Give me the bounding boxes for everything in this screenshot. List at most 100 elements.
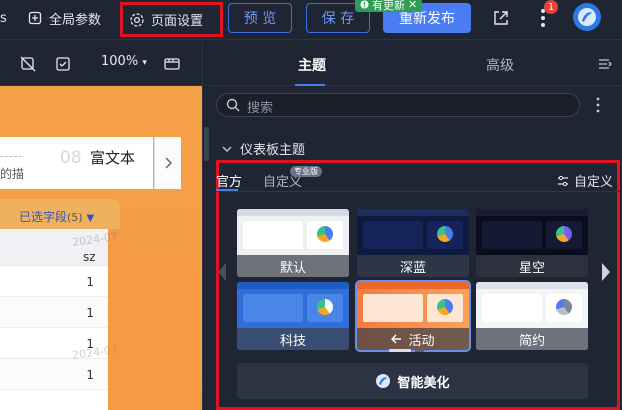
carousel-dot[interactable] — [389, 349, 411, 352]
component-index: 08 — [60, 148, 82, 168]
thumb-donut — [437, 299, 453, 315]
share-icon[interactable] — [492, 9, 510, 27]
tab-advanced[interactable]: 高级 — [486, 55, 514, 75]
theme-tech[interactable]: 科技 — [237, 282, 349, 350]
search-input[interactable]: 搜索 — [216, 93, 580, 117]
active-tab-indicator — [295, 84, 325, 86]
custom-theme-label: 自定义 — [574, 175, 614, 190]
zoom-value: 100% — [101, 54, 139, 69]
chevron-right-icon — [165, 157, 172, 169]
selected-fields-dropdown[interactable]: 已选字段(5) ▼ — [19, 208, 94, 225]
divider — [216, 191, 620, 192]
info-icon — [360, 0, 369, 9]
global-params-label: 全局参数 — [49, 12, 102, 28]
theme-caption: 活动 — [357, 328, 469, 350]
user-avatar[interactable] — [573, 3, 601, 31]
theme-activity[interactable]: 活动 — [355, 280, 471, 352]
section-title: 仪表板主题 — [240, 143, 306, 158]
pro-badge: 专业版 — [290, 166, 322, 177]
thumb-pane — [482, 221, 542, 249]
data-table: sz 1 1 1 1 — [0, 229, 108, 410]
collapse-panel-icon[interactable] — [597, 56, 613, 72]
tab-theme[interactable]: 主题 — [298, 55, 326, 75]
gear-icon — [130, 12, 144, 27]
table-cell: 1 — [86, 275, 94, 289]
scrollbar[interactable] — [204, 127, 209, 161]
thumb-donut — [556, 299, 572, 315]
preview-button[interactable]: 预 览 — [228, 3, 292, 33]
theme-name: 默认 — [237, 255, 349, 277]
theme-simple[interactable]: 简约 — [476, 282, 588, 350]
notification-badge: 1 — [544, 0, 558, 14]
table-row: 1 — [0, 359, 108, 390]
canvas-toolbar: 100% ▾ — [0, 41, 202, 86]
component-title: 富文本 — [90, 149, 136, 167]
carousel-next-button[interactable] — [602, 263, 610, 281]
truncated-menu-item[interactable]: s — [0, 0, 7, 36]
theme-default[interactable]: 默认 — [237, 209, 349, 277]
chevron-down-icon: ▾ — [142, 58, 147, 68]
subtab-official[interactable]: 官方 — [216, 171, 242, 190]
thumb-pane — [363, 294, 423, 322]
thumb-header — [357, 209, 469, 216]
thumb-header — [476, 209, 588, 216]
thumb-header — [237, 282, 349, 289]
top-toolbar: s 全局参数 页面设置 预 览 保 存 重新发布 有更新 ✕ 1 — [0, 0, 622, 40]
component-desc: 的描 — [0, 167, 25, 181]
thumb-donut — [317, 226, 333, 242]
rich-text-component[interactable]: 08 富文本 的描 — [0, 137, 153, 189]
canvas-background-strip — [108, 229, 120, 410]
column-header: sz — [83, 250, 96, 264]
thumb-donut — [556, 226, 572, 242]
divider — [0, 156, 22, 157]
checkbox-icon[interactable] — [54, 55, 72, 73]
carousel-prev-button[interactable] — [218, 263, 226, 281]
truncated-label: s — [0, 10, 7, 26]
dashboard-canvas: 100% ▾ 08 富文本 的描 已选字段(5) ▼ sz 1 1 1 1 20… — [0, 41, 203, 410]
collapse-panel-button[interactable] — [154, 137, 181, 189]
smart-beautify-label: 智能美化 — [397, 375, 450, 391]
theme-name: 活动 — [408, 333, 435, 349]
app-logo-icon — [578, 8, 596, 26]
close-icon[interactable]: ✕ — [408, 0, 417, 11]
thumb-header — [476, 282, 588, 289]
zoom-select[interactable]: 100% ▾ — [101, 54, 147, 69]
thumb-header — [237, 209, 349, 216]
selected-fields-count: (5) — [67, 211, 83, 224]
page-settings-label: 页面设置 — [151, 14, 204, 29]
thumb-donut — [437, 226, 453, 242]
thumb-pane — [243, 221, 303, 249]
chevron-down-icon — [222, 146, 232, 152]
custom-theme-button[interactable]: 自定义 — [557, 171, 613, 190]
search-placeholder: 搜索 — [247, 101, 274, 116]
caret-down-icon: ▼ — [86, 213, 95, 224]
apply-icon — [391, 334, 402, 344]
carousel-dot[interactable] — [415, 349, 424, 352]
panel-tabs: 主题 高级 — [204, 41, 622, 86]
thumb-pane — [363, 221, 423, 249]
more-vertical-icon[interactable] — [596, 97, 600, 113]
thumb-pane — [243, 294, 303, 322]
selected-fields-label: 已选字段 — [19, 210, 68, 224]
table-row: 1 — [0, 266, 108, 297]
layout-icon[interactable] — [163, 55, 181, 73]
preview-label: 预 览 — [243, 11, 277, 27]
theme-starry[interactable]: 星空 — [476, 209, 588, 277]
settings-panel: 主题 高级 搜索 仪表板主题 官方 自定义 专业版 自定义 默认 深蓝 星空 科… — [204, 41, 622, 410]
theme-name: 深蓝 — [357, 255, 469, 277]
theme-name: 星空 — [476, 255, 588, 277]
section-header-dashboard-theme[interactable]: 仪表板主题 — [222, 139, 305, 158]
theme-deep-blue[interactable]: 深蓝 — [357, 209, 469, 277]
app-logo-icon — [376, 374, 391, 388]
table-row: 1 — [0, 297, 108, 328]
smart-beautify-button[interactable]: 智能美化 — [237, 363, 588, 399]
update-available-badge[interactable]: 有更新 ✕ — [355, 0, 423, 12]
global-params-button[interactable]: 全局参数 — [27, 0, 101, 36]
thumb-pane — [482, 294, 542, 322]
search-icon — [226, 98, 240, 112]
carousel-indicator — [389, 349, 424, 352]
thumb-header — [357, 282, 469, 289]
page-settings-button[interactable]: 页面设置 — [120, 2, 223, 37]
hide-icon[interactable] — [19, 55, 37, 73]
theme-name: 科技 — [237, 328, 349, 350]
